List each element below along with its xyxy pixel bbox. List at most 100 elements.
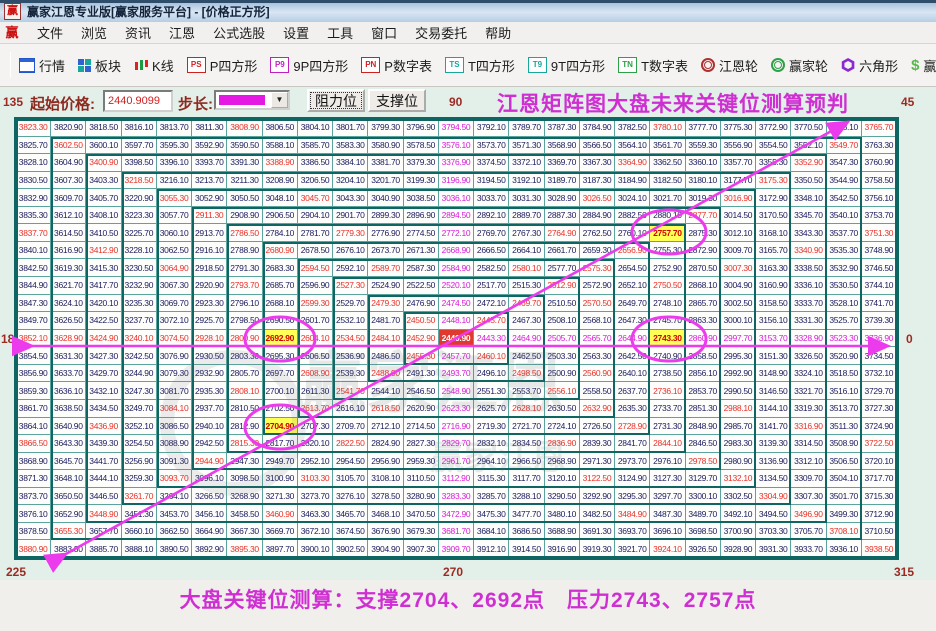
grid-cell: 3093.70 [157,470,192,488]
grid-cell: 3676.90 [368,523,403,541]
grid-cell: 3465.70 [333,505,368,523]
grid-cell: 3012.10 [721,224,756,242]
grid-cell: 3681.70 [439,523,474,541]
resistance-button[interactable]: 阻力位 [307,89,365,112]
toolbar-button-板块[interactable]: 板块 [78,56,121,75]
grid-cell: 3811.30 [192,119,227,137]
grid-cell: 3772.90 [756,119,791,137]
toolbar-button-P四方形[interactable]: PSP四方形 [187,56,258,75]
toolbar-button-六角形[interactable]: 六角形 [841,56,898,75]
grid-cell: 3751.30 [862,224,897,242]
grid-cell: 2925.70 [192,312,227,330]
market-grid-icon [19,58,35,73]
toolbar-button-行情[interactable]: 行情 [19,56,65,75]
toolbar-button-江恩轮[interactable]: 江恩轮 [701,56,758,75]
menu-item-浏览[interactable]: 浏览 [72,24,116,43]
grid-cell: 3624.10 [51,295,86,313]
grid-cell: 3290.50 [545,488,580,506]
grid-cell: 3518.50 [827,365,862,383]
grid-cell: 3000.10 [721,312,756,330]
grid-cell: 3312.10 [791,453,826,471]
grid-cell: 3489.70 [686,505,721,523]
grid-cell: 2594.50 [298,259,333,277]
grid-cell: 2452.90 [404,330,439,348]
grid-cell: 2656.90 [615,242,650,260]
grid-cell: 2570.50 [580,295,615,313]
grid-cell: 3168.10 [756,224,791,242]
step-dropdown[interactable]: ▼ [214,90,290,110]
grid-cell: 3148.90 [756,365,791,383]
toolbar-button-9T四方形[interactable]: T99T四方形 [528,56,605,75]
toolbar-label: 赢家服务 [923,56,936,75]
toolbar-button-赢家轮[interactable]: 赢家轮 [771,56,828,75]
grid-cell: 3638.50 [51,400,86,418]
menu-item-交易委托[interactable]: 交易委托 [406,24,476,43]
grid-cell: 2707.30 [298,418,333,436]
chevron-down-icon[interactable]: ▼ [271,92,288,108]
menu-item-工具[interactable]: 工具 [318,24,362,43]
grid-cell: 3403.30 [86,172,121,190]
grid-cell: 3753.70 [862,207,897,225]
grid-cell: 3746.50 [862,259,897,277]
grid-cell: 3163.30 [756,259,791,277]
grid-cell: 2908.90 [227,207,262,225]
grid-cell: 3916.90 [545,540,580,558]
grid-cell: 3316.90 [791,418,826,436]
grid-cell: 3074.50 [157,330,192,348]
grid-cell: 3242.50 [122,347,157,365]
grid-cell: 2673.70 [368,242,403,260]
grid-cell: 3928.90 [721,540,756,558]
angle-label-90: 90 [449,95,462,109]
grid-cell: 3434.50 [86,400,121,418]
toolbar-button-P数字表[interactable]: PNP数字表 [361,56,432,75]
grid-cell: 2882.50 [615,207,650,225]
grid-cell: 3684.10 [474,523,509,541]
grid-cell: 3115.30 [474,470,509,488]
grid-cell: 2997.70 [721,330,756,348]
grid-cell: 2808.10 [227,382,262,400]
grid-cell: 3309.70 [791,470,826,488]
grid-cell: 2906.50 [263,207,298,225]
menu-item-帮助[interactable]: 帮助 [476,24,520,43]
toolbar-label: 9P四方形 [293,56,348,75]
menu-item-江恩[interactable]: 江恩 [160,24,204,43]
grid-cell: 3835.30 [16,207,51,225]
grid-cell: 3165.70 [756,242,791,260]
grid-cell: 2606.50 [298,347,333,365]
toolbar-button-9P四方形[interactable]: P99P四方形 [270,56,348,75]
grid-cell: 3372.10 [509,154,544,172]
toolbar-button-T数字表[interactable]: TNT数字表 [618,56,688,75]
menu-item-设置[interactable]: 设置 [274,24,318,43]
grid-cell: 3513.70 [827,400,862,418]
grid-cell: 3667.30 [227,523,262,541]
grid-cell: 2860.90 [686,330,721,348]
grid-cell: 3602.50 [51,137,86,155]
toolbar-button-赢家服务[interactable]: $赢家服务 [911,56,936,75]
grid-cell: 2467.30 [509,312,544,330]
grid-cell: 2851.30 [686,400,721,418]
menu-item-公式选股[interactable]: 公式选股 [204,24,274,43]
menu-item-窗口[interactable]: 窗口 [362,24,406,43]
grid-cell: 3072.10 [157,312,192,330]
grid-cell: 2740.90 [650,347,685,365]
start-price-input[interactable] [103,90,173,112]
toolbar-button-K线[interactable]: K线 [134,56,174,75]
grid-cell: 3645.70 [51,453,86,471]
grid-cell: 2786.50 [227,224,262,242]
grid-cell: 2611.30 [298,382,333,400]
grid-cell: 3086.50 [157,418,192,436]
grid-cell: 3792.10 [474,119,509,137]
grid-cell: 3261.70 [122,488,157,506]
grid-cell: 2940.10 [192,418,227,436]
menu-item-文件[interactable]: 文件 [28,24,72,43]
grid-cell: 3621.70 [51,277,86,295]
toolbar-button-T四方形[interactable]: TST四方形 [445,56,515,75]
grid-cell: 3578.50 [404,137,439,155]
grid-cell: 3345.70 [791,207,826,225]
grid-cell: 3376.90 [439,154,474,172]
grid-cell: 3144.10 [756,400,791,418]
grid-cell: 3218.50 [122,172,157,190]
menu-item-资讯[interactable]: 资讯 [116,24,160,43]
grid-cell: 2968.90 [545,453,580,471]
support-button[interactable]: 支撑位 [368,89,426,112]
